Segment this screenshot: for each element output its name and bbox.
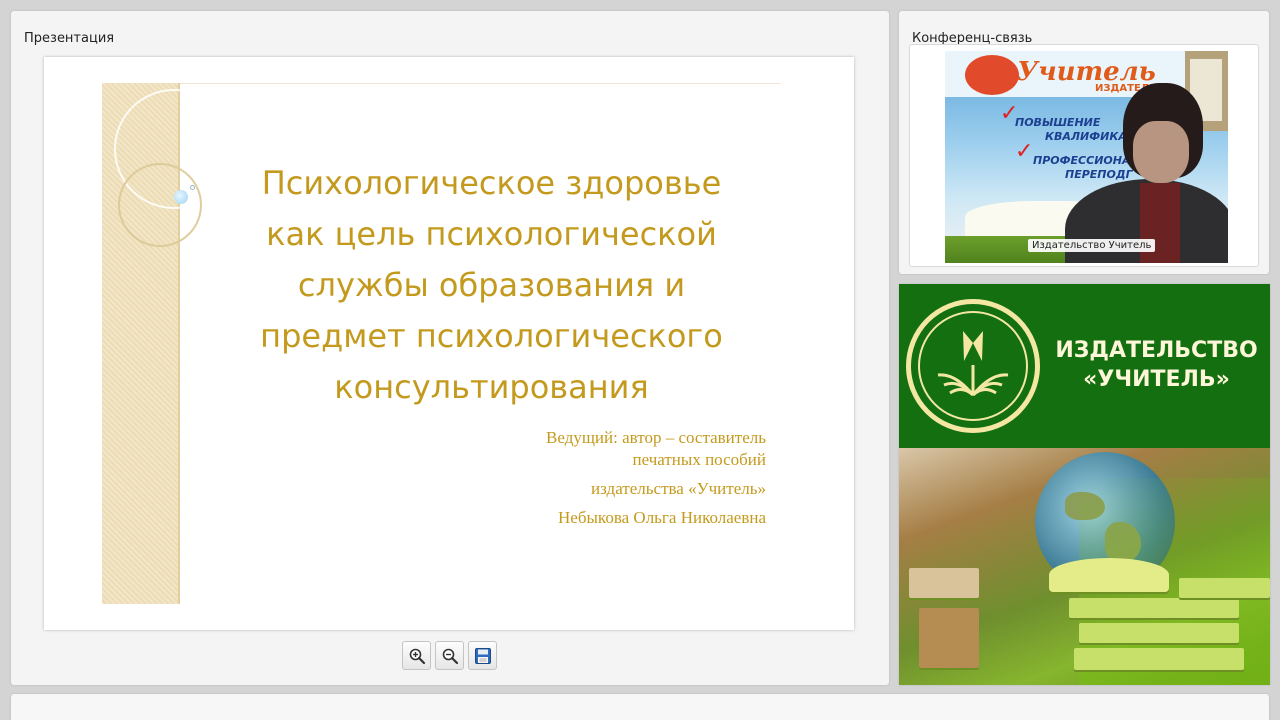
slide-title-line: службы образования и [297, 266, 686, 304]
publisher-name: ИЗДАТЕЛЬСТВО «УЧИТЕЛЬ» [1049, 336, 1264, 394]
book-graphic [1074, 648, 1244, 670]
slide-title-line: консультирования [334, 368, 649, 406]
zoom-out-icon [442, 648, 458, 664]
publisher-name-line: «УЧИТЕЛЬ» [1083, 367, 1230, 392]
publisher-logo-icon [965, 55, 1019, 95]
book-graphic [1079, 623, 1239, 643]
slide-decor-dot [190, 185, 195, 190]
video-bullet-text: ПРОФЕССИОНА [1033, 154, 1131, 167]
brand-header: ИЗДАТЕЛЬСТВО «УЧИТЕЛЬ» [899, 284, 1270, 448]
video-frame: Учитель ИЗДАТЕЛЬ ✓ ПОВЫШЕНИЕ КВАЛИФИКА ✓… [909, 44, 1259, 267]
slide-title: Психологическое здоровье как цель психол… [214, 158, 769, 413]
slide-author-line: Ведущий: автор – составитель [546, 428, 766, 447]
video-bullet-text: ПЕРЕПОДГ [1065, 168, 1133, 181]
slide-author-line: Небыкова Ольга Николаевна [558, 508, 766, 527]
floppy-disk-icon [474, 647, 491, 664]
book-graphic [1069, 598, 1239, 618]
conference-panel: Конференц-связь Учитель ИЗДАТЕЛЬ ✓ ПОВЫШ… [899, 11, 1269, 274]
slide-author-block: Ведущий: автор – составитель печатных по… [436, 427, 766, 529]
slide-decor-ring [118, 163, 202, 247]
publisher-brand-panel: ИЗДАТЕЛЬСТВО «УЧИТЕЛЬ» [899, 284, 1270, 685]
video-bullet-text: КВАЛИФИКА [1045, 130, 1127, 143]
publisher-name-line: ИЗДАТЕЛЬСТВО [1055, 338, 1258, 363]
zoom-in-button[interactable] [402, 641, 431, 670]
video-bullet-text: ПОВЫШЕНИЕ [1015, 116, 1101, 129]
checkmark-icon: ✓ [1015, 139, 1034, 164]
book-graphic [1179, 578, 1270, 598]
publisher-emblem-icon [906, 299, 1040, 433]
book-graphic [919, 608, 979, 668]
slide-decorative-band [102, 83, 234, 604]
books-and-globe-photo [899, 448, 1270, 685]
bottom-panel [11, 694, 1269, 720]
book-graphic [1049, 558, 1169, 592]
slide-toolbar [402, 641, 497, 671]
zoom-in-icon [409, 648, 425, 664]
presentation-panel-title: Презентация [24, 31, 115, 46]
video-participant-name: Издательство Учитель [1028, 239, 1156, 252]
book-emblem-icon [937, 331, 1009, 397]
slide-decor-dot [174, 190, 188, 204]
presentation-slide: Психологическое здоровье как цель психол… [44, 57, 854, 630]
presentation-panel: Презентация Психологическое здоровье как… [11, 11, 889, 685]
slide-title-line: предмет психологического [260, 317, 723, 355]
slide-author-line: печатных пособий [632, 450, 767, 469]
book-graphic [909, 568, 979, 598]
slide-title-line: Психологическое здоровье [261, 164, 722, 202]
presenter-face [1133, 121, 1189, 183]
zoom-out-button[interactable] [435, 641, 464, 670]
save-button[interactable] [468, 641, 497, 670]
webcam-video[interactable]: Учитель ИЗДАТЕЛЬ ✓ ПОВЫШЕНИЕ КВАЛИФИКА ✓… [945, 51, 1228, 263]
slide-author-line: издательства «Учитель» [591, 479, 766, 498]
slide-top-divider [180, 83, 780, 84]
slide-title-line: как цель психологической [266, 215, 717, 253]
